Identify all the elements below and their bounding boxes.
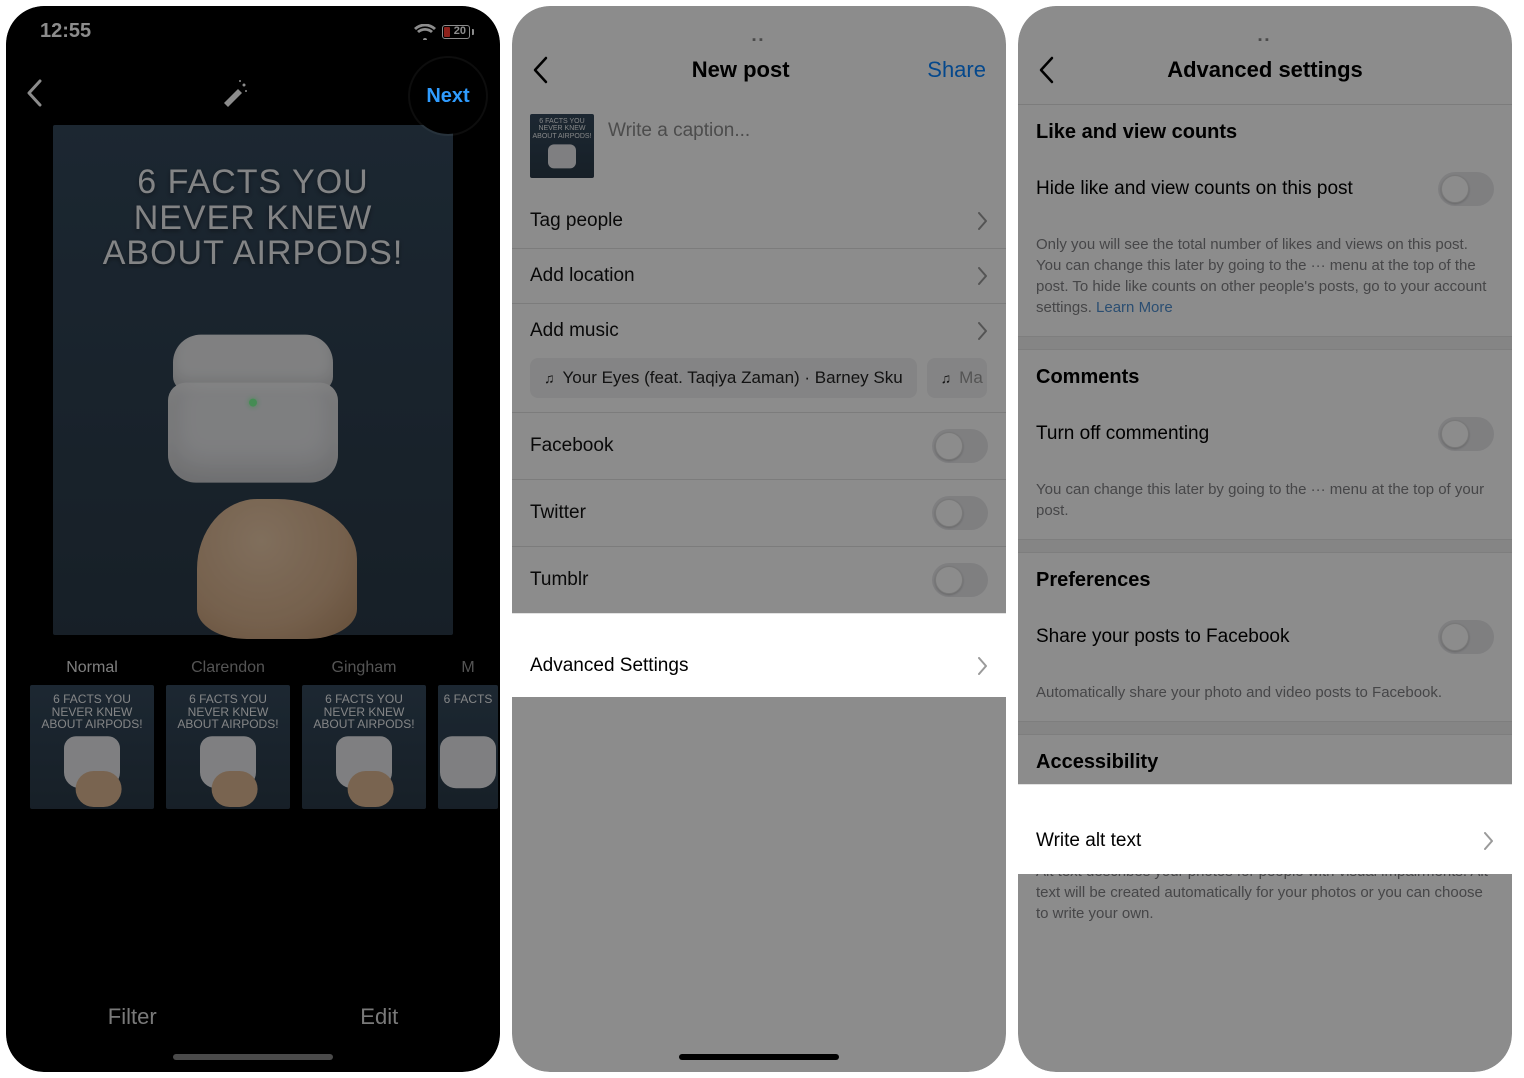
caption-thumbnail[interactable]: 6 FACTS YOU NEVER KNEW ABOUT AIRPODS! xyxy=(530,114,594,178)
music-note-icon: ♫ xyxy=(941,370,952,386)
caption-area[interactable]: 6 FACTS YOU NEVER KNEW ABOUT AIRPODS! Wr… xyxy=(512,104,1006,194)
hide-counts-row[interactable]: Hide like and view counts on this post xyxy=(1018,154,1512,224)
filter-gingham[interactable]: Gingham 6 FACTS YOU NEVER KNEW ABOUT AIR… xyxy=(302,659,426,809)
phone-new-post-screen: ▪▪ New post Share 6 FACTS YOU NEVER KNEW… xyxy=(512,6,1006,1072)
music-chip[interactable]: ♫Ma xyxy=(927,358,987,398)
comments-description: You can change this later by going to th… xyxy=(1018,469,1512,539)
filter-clarendon[interactable]: Clarendon 6 FACTS YOU NEVER KNEW ABOUT A… xyxy=(166,659,290,809)
hide-counts-description: Only you will see the total number of li… xyxy=(1018,224,1512,336)
back-icon[interactable] xyxy=(26,79,48,107)
share-to-facebook-row[interactable]: Share your posts to Facebook xyxy=(1018,602,1512,672)
section-comments: Comments xyxy=(1018,350,1512,399)
photo-preview: 6 FACTS YOU NEVER KNEW ABOUT AIRPODS! xyxy=(53,125,453,635)
section-preferences: Preferences xyxy=(1018,553,1512,602)
next-button[interactable]: Next xyxy=(410,58,486,134)
chevron-right-icon xyxy=(978,322,988,340)
status-time: 12:55 xyxy=(40,20,91,43)
hand-illustration xyxy=(197,499,357,639)
share-tumblr-row[interactable]: Tumblr xyxy=(512,546,1006,613)
battery-icon: 20 xyxy=(442,25,474,39)
write-alt-text-row-highlight[interactable]: Write alt text xyxy=(1018,808,1512,874)
page-title: New post xyxy=(692,57,790,83)
share-facebook-row[interactable]: Facebook xyxy=(512,412,1006,479)
status-recording-icon: ▪▪ xyxy=(1258,34,1272,46)
back-icon[interactable] xyxy=(532,56,554,84)
chevron-right-icon xyxy=(978,212,988,230)
music-chip[interactable]: ♫Your Eyes (feat. Taqiya Zaman) · Barney… xyxy=(530,358,917,398)
tab-filter[interactable]: Filter xyxy=(108,1004,157,1030)
music-suggestions[interactable]: ♫Your Eyes (feat. Taqiya Zaman) · Barney… xyxy=(512,358,1006,412)
filter-normal[interactable]: Normal 6 FACTS YOU NEVER KNEW ABOUT AIRP… xyxy=(30,659,154,809)
share-facebook-toggle[interactable] xyxy=(1438,620,1494,654)
airpods-illustration xyxy=(163,334,343,504)
tumblr-toggle[interactable] xyxy=(932,563,988,597)
section-accessibility: Accessibility xyxy=(1018,735,1512,784)
tab-edit[interactable]: Edit xyxy=(360,1004,398,1030)
phone-advanced-settings-screen: ▪▪ Advanced settings Like and view count… xyxy=(1018,6,1512,1072)
music-note-icon: ♫ xyxy=(544,370,555,386)
wifi-icon xyxy=(414,24,436,40)
add-music-row[interactable]: Add music xyxy=(512,303,1006,358)
hide-counts-toggle[interactable] xyxy=(1438,172,1494,206)
back-icon[interactable] xyxy=(1038,56,1060,84)
filter-partial[interactable]: M 6 FACTS xyxy=(438,659,498,809)
home-indicator xyxy=(173,1054,333,1060)
preview-headline: 6 FACTS YOU NEVER KNEW ABOUT AIRPODS! xyxy=(53,165,453,272)
share-facebook-description: Automatically share your photo and video… xyxy=(1018,672,1512,721)
home-indicator xyxy=(679,1054,839,1060)
status-recording-icon: ▪▪ xyxy=(752,34,766,46)
page-title: Advanced settings xyxy=(1167,57,1363,83)
commenting-toggle[interactable] xyxy=(1438,417,1494,451)
magic-wand-icon[interactable] xyxy=(218,77,250,109)
filter-strip[interactable]: Normal 6 FACTS YOU NEVER KNEW ABOUT AIRP… xyxy=(6,635,500,809)
add-location-row[interactable]: Add location xyxy=(512,248,1006,303)
share-button[interactable]: Share xyxy=(927,57,986,83)
chevron-right-icon xyxy=(978,657,988,675)
new-post-header: New post Share xyxy=(512,6,1006,104)
advanced-settings-header: Advanced settings xyxy=(1018,6,1512,105)
chevron-right-icon xyxy=(978,267,988,285)
phone-filter-screen: 12:55 20 6 FACTS YOU NEVER KNEW ABOUT xyxy=(6,6,500,1072)
facebook-toggle[interactable] xyxy=(932,429,988,463)
status-bar: 12:55 20 xyxy=(6,6,500,49)
section-like-view-counts: Like and view counts xyxy=(1018,105,1512,154)
twitter-toggle[interactable] xyxy=(932,496,988,530)
tag-people-row[interactable]: Tag people xyxy=(512,194,1006,248)
share-twitter-row[interactable]: Twitter xyxy=(512,479,1006,546)
turn-off-commenting-row[interactable]: Turn off commenting xyxy=(1018,399,1512,469)
chevron-right-icon xyxy=(1484,832,1494,850)
advanced-settings-row-highlight[interactable]: Advanced Settings xyxy=(512,634,1006,697)
caption-input[interactable]: Write a caption... xyxy=(608,114,750,142)
learn-more-link[interactable]: Learn More xyxy=(1096,299,1173,316)
